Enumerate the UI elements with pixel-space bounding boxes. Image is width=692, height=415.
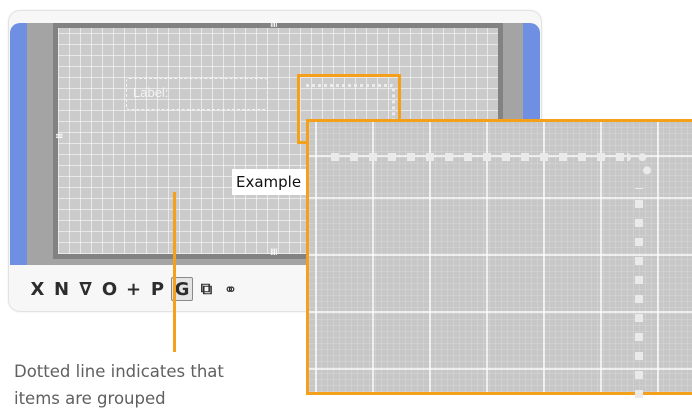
triangle-tool-button[interactable]: ∇ [75,277,96,301]
label-field-text: Label: [133,85,169,100]
group-outline-corner [627,153,651,177]
top-resize-handle[interactable]: IIII [270,21,278,30]
window-tool-button[interactable]: ⧉ [196,277,217,301]
p-icon: P [150,278,165,300]
caption-line-1: Dotted line indicates that [14,362,224,381]
callout-line [173,192,176,352]
delete-icon: X [30,278,45,300]
label-field[interactable]: Label: [126,78,268,110]
window-icon: ⧉ [200,279,213,298]
new-tool-button[interactable]: N [51,277,72,301]
circle-icon: O [101,278,118,300]
callout-caption: Dotted line indicates that items are gro… [14,358,314,412]
group-outline-right-dots [635,188,643,398]
group-icon: G [174,278,190,300]
delete-tool-button[interactable]: X [27,277,48,301]
left-side-strip [10,23,27,265]
bottom-resize-handle[interactable]: IIII [270,249,278,258]
group-outline-top-dots [331,153,631,161]
add-tool-button[interactable]: + [123,277,144,301]
n-icon: N [53,278,70,300]
zoom-panel [306,119,692,398]
plus-icon: + [125,278,142,300]
p-tool-button[interactable]: P [147,277,168,301]
left-resize-handle[interactable]: III [53,133,63,138]
triangle-icon: ∇ [79,278,92,300]
caption-line-2: items are grouped [14,389,166,408]
toolbar: X N ∇ O + P G ⧉ ⚭ [27,277,241,301]
link-icon: ⚭ [223,279,238,299]
link-tool-button[interactable]: ⚭ [220,277,241,301]
circle-tool-button[interactable]: O [99,277,120,301]
